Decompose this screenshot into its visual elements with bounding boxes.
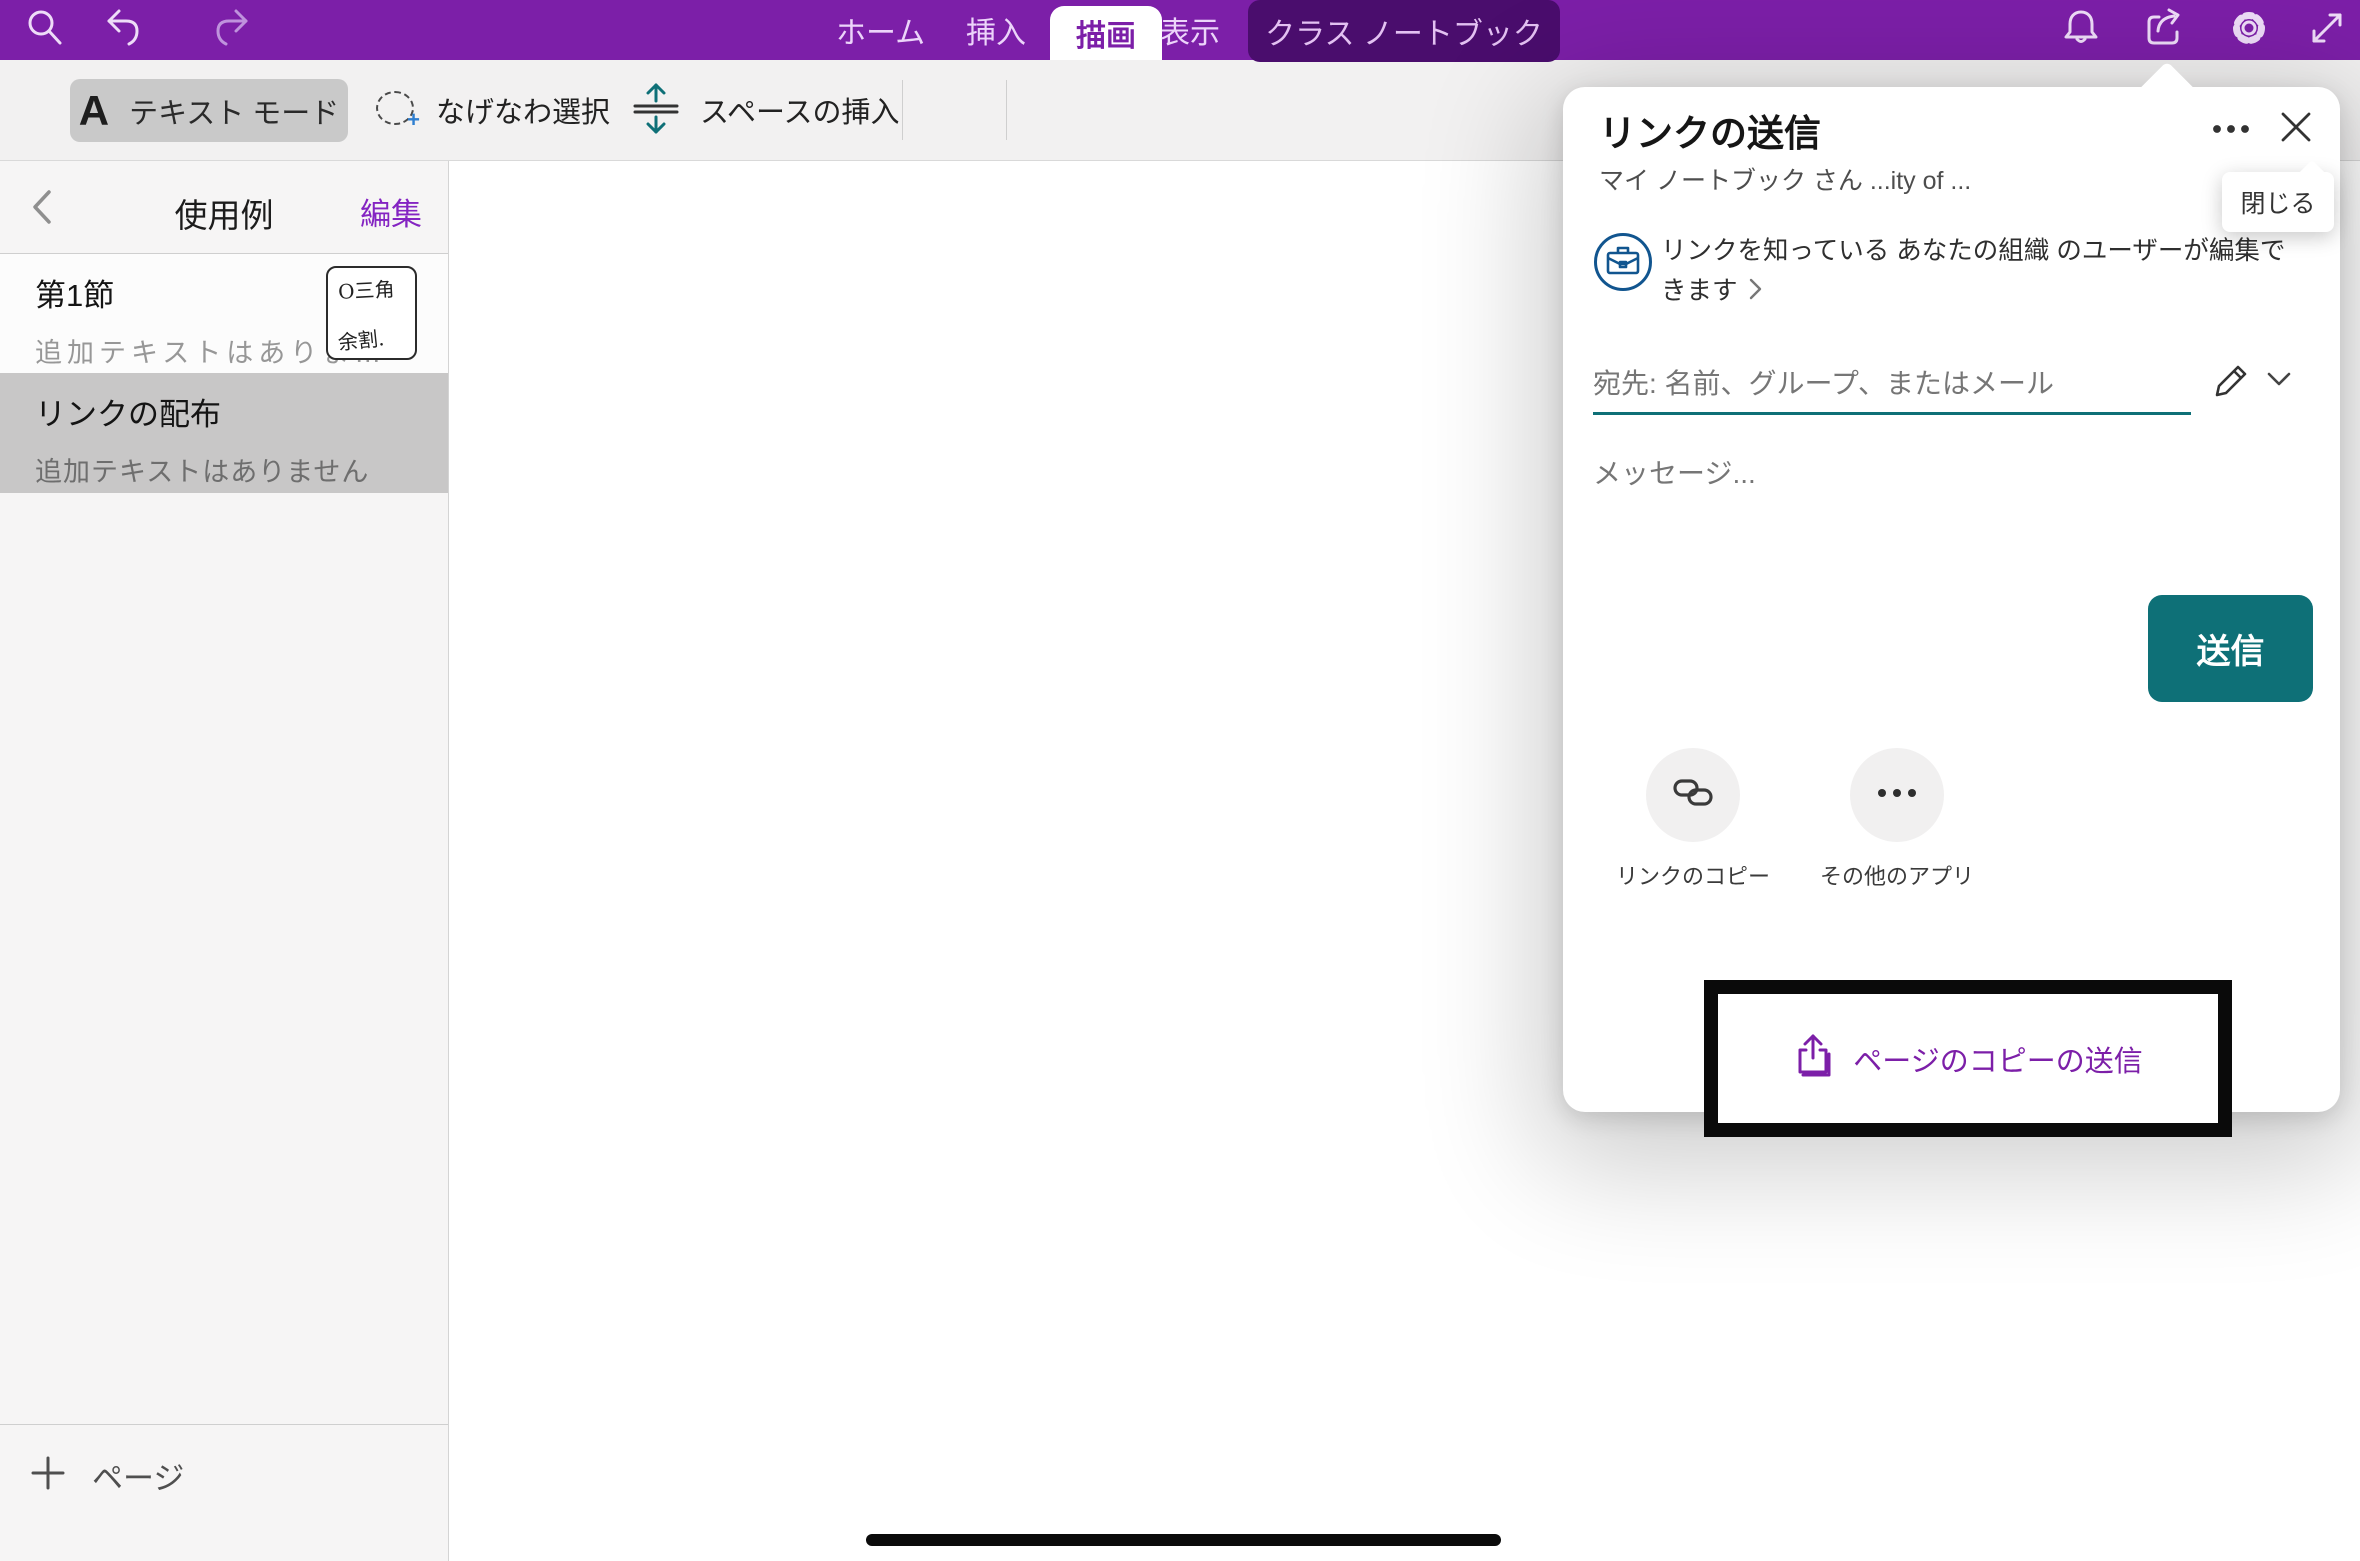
link-icon — [1672, 773, 1714, 818]
send-button[interactable]: 送信 — [2148, 595, 2313, 702]
lasso-select-button[interactable]: + なげなわ選択 — [374, 60, 610, 160]
expand-button[interactable] — [2304, 7, 2350, 53]
tab-class-notebook[interactable]: クラス ノートブック — [1248, 0, 1560, 62]
settings-button[interactable] — [2226, 7, 2272, 53]
dialog-close-button[interactable] — [2274, 107, 2318, 151]
search-button[interactable] — [22, 7, 68, 53]
search-icon — [23, 6, 67, 55]
sidebar-header: 使用例 編集 — [0, 161, 448, 254]
add-page-label: ページ — [92, 1453, 184, 1498]
lasso-label: なげなわ選択 — [436, 89, 610, 131]
text-mode-label: テキスト モード — [129, 90, 339, 132]
notifications-button[interactable] — [2058, 7, 2104, 53]
send-page-copy-highlight: ページのコピーの送信 — [1704, 980, 2232, 1137]
page-thumbnail: O三角 余割. — [326, 266, 417, 360]
organization-permission-button[interactable] — [1594, 233, 1652, 291]
top-app-bar: ホーム 挿入 描画 表示 クラス ノートブック — [0, 0, 2360, 60]
insert-space-label: スペースの挿入 — [700, 89, 900, 131]
text-mode-button[interactable]: A テキスト モード — [70, 79, 348, 142]
lasso-icon: + — [374, 89, 420, 131]
chevron-right-icon — [1738, 277, 1764, 305]
send-link-dialog: リンクの送信 マイ ノートブック さん ...ity of ... リンクを知 — [1563, 87, 2340, 1112]
insert-space-button[interactable]: スペースの挿入 — [628, 60, 900, 160]
copy-link-button[interactable] — [1646, 748, 1740, 842]
redo-icon — [207, 6, 251, 55]
more-apps-label: その他のアプリ — [1797, 859, 1997, 891]
close-tooltip: 閉じる — [2222, 172, 2334, 232]
page-title: リンクの配布 — [35, 389, 448, 434]
home-indicator[interactable] — [866, 1534, 1501, 1546]
upload-icon — [1793, 1031, 1837, 1086]
close-tooltip-label: 閉じる — [2240, 184, 2315, 220]
more-apps-button[interactable] — [1850, 748, 1944, 842]
bell-icon — [2059, 6, 2103, 55]
text-mode-a-icon: A — [79, 87, 109, 135]
undo-icon — [104, 6, 148, 55]
gear-icon — [2227, 6, 2271, 55]
send-page-copy-button[interactable]: ページのコピーの送信 — [1793, 1031, 2142, 1086]
copy-link-label: リンクのコピー — [1593, 859, 1793, 891]
edit-permission-button[interactable] — [2211, 361, 2253, 403]
insert-space-icon — [628, 79, 684, 142]
chevron-down-icon — [2265, 376, 2293, 393]
recipient-dropdown-button[interactable] — [2265, 369, 2295, 399]
onenote-app: ホーム 挿入 描画 表示 クラス ノートブック A — [0, 0, 2360, 1561]
share-icon — [2142, 5, 2188, 56]
dialog-more-button[interactable] — [2210, 111, 2252, 151]
send-page-copy-label: ページのコピーの送信 — [1853, 1038, 2142, 1080]
message-input[interactable] — [1593, 447, 2283, 501]
share-button[interactable] — [2142, 7, 2188, 53]
notebook-subtitle: マイ ノートブック さん ...ity of ... — [1599, 161, 1971, 197]
add-page-button[interactable]: ページ — [0, 1424, 448, 1498]
thumbnail-handwriting: O三角 — [337, 272, 411, 305]
page-list-item[interactable]: 第1節 追加テキストはありま… O三角 余割. — [0, 254, 448, 373]
tab-draw[interactable]: 描画 — [1050, 6, 1162, 60]
thumbnail-handwriting: 余割. — [336, 319, 412, 361]
tab-view[interactable]: 表示 — [1160, 0, 1220, 60]
expand-icon — [2305, 6, 2349, 55]
toolbar-divider — [902, 80, 903, 140]
page-list-sidebar: 使用例 編集 第1節 追加テキストはありま… O三角 余割. リンクの配布 追加… — [0, 161, 449, 1561]
ellipsis-icon — [2211, 122, 2251, 140]
undo-button[interactable] — [103, 7, 149, 53]
recipient-input[interactable] — [1593, 355, 2191, 415]
briefcase-icon — [1605, 244, 1641, 281]
tab-insert[interactable]: 挿入 — [966, 0, 1026, 60]
permission-description[interactable]: リンクを知っている あなたの組織 のユーザーが編集できます — [1661, 231, 2309, 311]
pencil-icon — [2211, 388, 2251, 405]
toolbar-divider — [1006, 80, 1007, 140]
dialog-title: リンクの送信 — [1599, 103, 1821, 157]
close-icon — [2278, 109, 2314, 150]
plus-icon — [30, 1455, 66, 1496]
page-list-item-selected[interactable]: リンクの配布 追加テキストはありません — [0, 373, 448, 493]
page-subtitle: 追加テキストはありません — [35, 450, 448, 489]
tab-home[interactable]: ホーム — [836, 0, 925, 60]
redo-button[interactable] — [206, 7, 252, 53]
edit-button[interactable]: 編集 — [360, 189, 422, 234]
ellipsis-icon — [1875, 786, 1919, 804]
